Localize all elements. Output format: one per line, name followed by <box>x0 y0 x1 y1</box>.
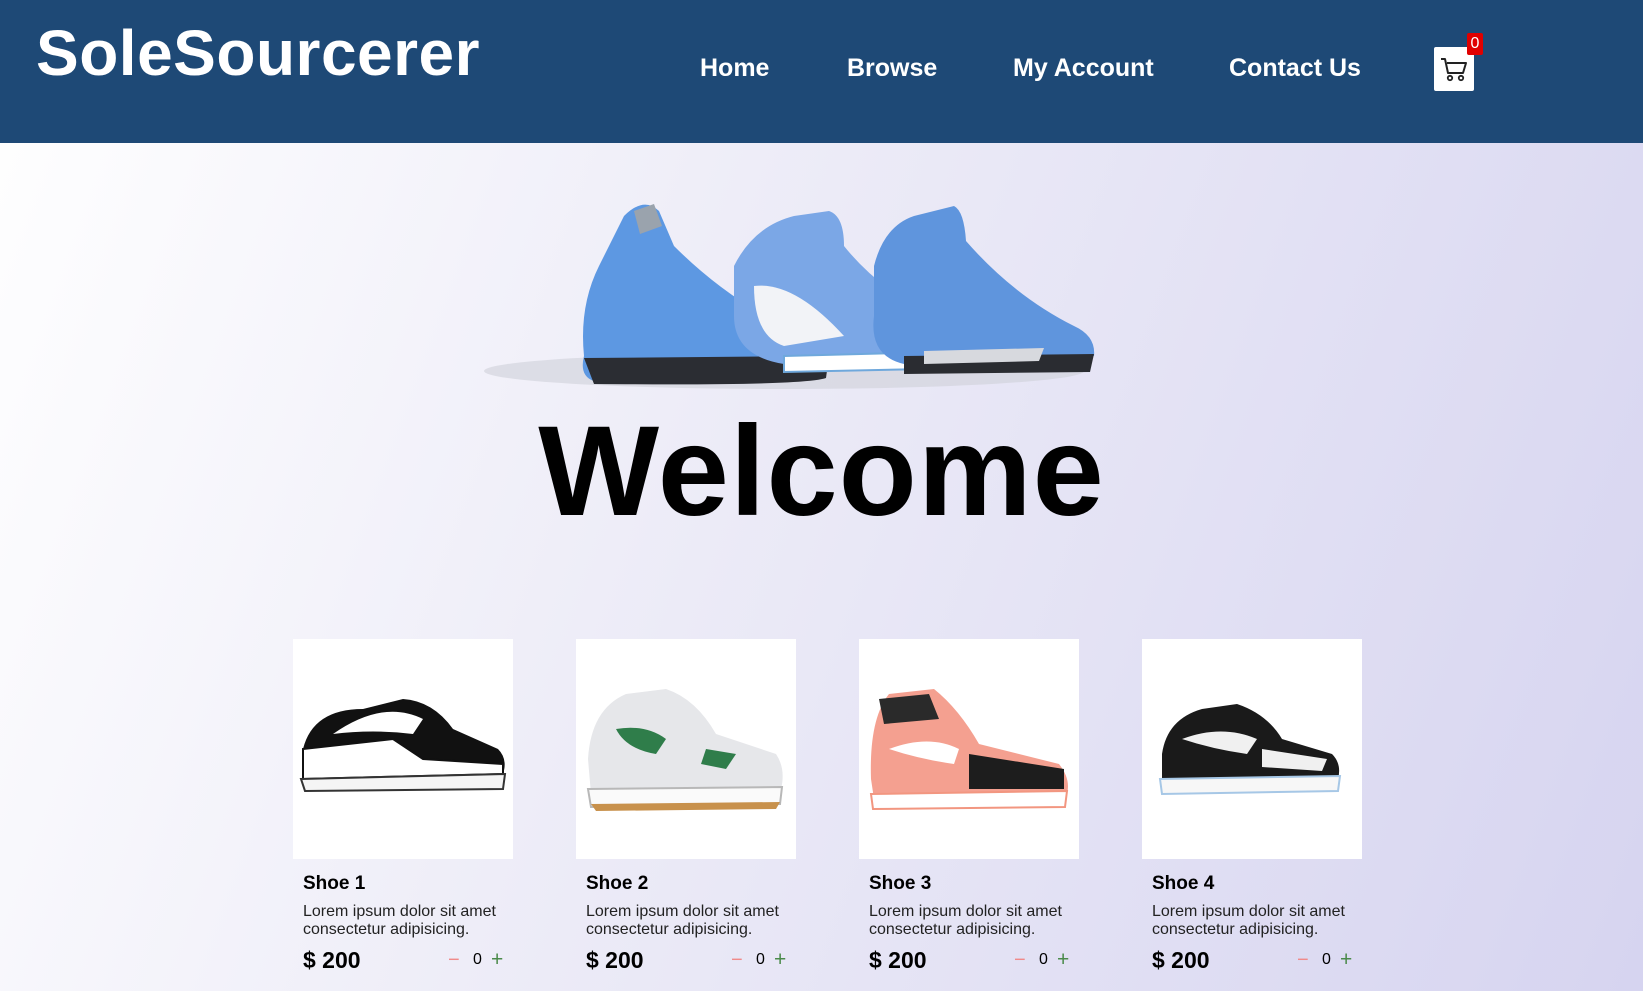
product-name: Shoe 3 <box>869 873 932 894</box>
product-description: Lorem ipsum dolor sit amet consectetur a… <box>303 903 496 938</box>
product-card: Shoe 1 Lorem ipsum dolor sit amet consec… <box>293 639 513 979</box>
product-card: Shoe 2 Lorem ipsum dolor sit amet consec… <box>576 639 796 979</box>
shopping-cart-icon <box>1441 58 1467 82</box>
product-image[interactable] <box>859 639 1079 859</box>
site-logo[interactable]: SoleSourcerer <box>36 16 480 90</box>
decrease-quantity-button[interactable]: − <box>731 949 743 972</box>
increase-quantity-button[interactable]: + <box>774 948 786 972</box>
site-header: SoleSourcerer Home Browse My Account Con… <box>0 0 1643 143</box>
product-image[interactable] <box>1142 639 1362 859</box>
nav-browse-link[interactable]: Browse <box>847 54 937 83</box>
nav-my-account-link[interactable]: My Account <box>1013 54 1154 83</box>
product-name: Shoe 4 <box>1152 873 1215 894</box>
welcome-heading: Welcome <box>538 400 1105 543</box>
product-image[interactable] <box>293 639 513 859</box>
product-description: Lorem ipsum dolor sit amet consectetur a… <box>869 903 1062 938</box>
quantity-value: 0 <box>473 951 482 968</box>
product-name: Shoe 1 <box>303 873 366 894</box>
quantity-value: 0 <box>756 951 765 968</box>
increase-quantity-button[interactable]: + <box>1057 948 1069 972</box>
product-price: $ 200 <box>869 947 927 973</box>
increase-quantity-button[interactable]: + <box>1340 948 1352 972</box>
product-image[interactable] <box>576 639 796 859</box>
decrease-quantity-button[interactable]: − <box>1014 949 1026 972</box>
decrease-quantity-button[interactable]: − <box>448 949 460 972</box>
product-card: Shoe 3 Lorem ipsum dolor sit amet consec… <box>859 639 1079 979</box>
nav-home-link[interactable]: Home <box>700 54 769 83</box>
product-card: Shoe 4 Lorem ipsum dolor sit amet consec… <box>1142 639 1362 979</box>
increase-quantity-button[interactable]: + <box>491 948 503 972</box>
cart-count-badge: 0 <box>1467 33 1483 55</box>
product-price: $ 200 <box>303 947 361 973</box>
quantity-value: 0 <box>1039 951 1048 968</box>
product-price: $ 200 <box>1152 947 1210 973</box>
product-name: Shoe 2 <box>586 873 649 894</box>
product-description: Lorem ipsum dolor sit amet consectetur a… <box>1152 903 1345 938</box>
decrease-quantity-button[interactable]: − <box>1297 949 1309 972</box>
product-description: Lorem ipsum dolor sit amet consectetur a… <box>586 903 779 938</box>
hero-sneakers-image <box>484 186 1116 406</box>
quantity-value: 0 <box>1322 951 1331 968</box>
nav-contact-us-link[interactable]: Contact Us <box>1229 54 1361 83</box>
product-price: $ 200 <box>586 947 644 973</box>
